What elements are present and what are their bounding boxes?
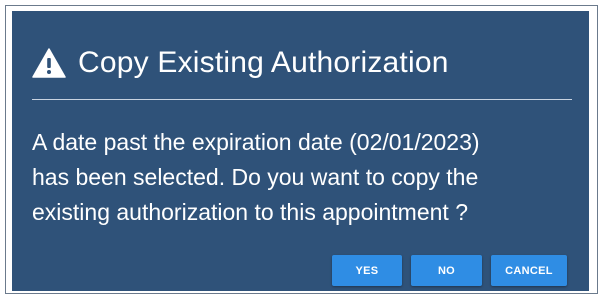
no-button[interactable]: NO <box>411 255 482 286</box>
copy-authorization-dialog: Copy Existing Authorization A date past … <box>12 11 589 291</box>
yes-button[interactable]: YES <box>332 255 402 286</box>
dialog-message: A date past the expiration date (02/01/2… <box>32 125 580 230</box>
cancel-button[interactable]: CANCEL <box>491 255 567 286</box>
message-line: has been selected. Do you want to copy t… <box>32 164 479 190</box>
dialog-header: Copy Existing Authorization <box>32 43 449 83</box>
message-line: existing authorization to this appointme… <box>32 199 468 225</box>
message-line: A date past the expiration date (02/01/2… <box>32 129 480 155</box>
dialog-actions: YES NO CANCEL <box>332 255 567 286</box>
header-divider <box>32 99 572 100</box>
warning-icon <box>32 48 66 78</box>
dialog-title: Copy Existing Authorization <box>78 46 449 79</box>
